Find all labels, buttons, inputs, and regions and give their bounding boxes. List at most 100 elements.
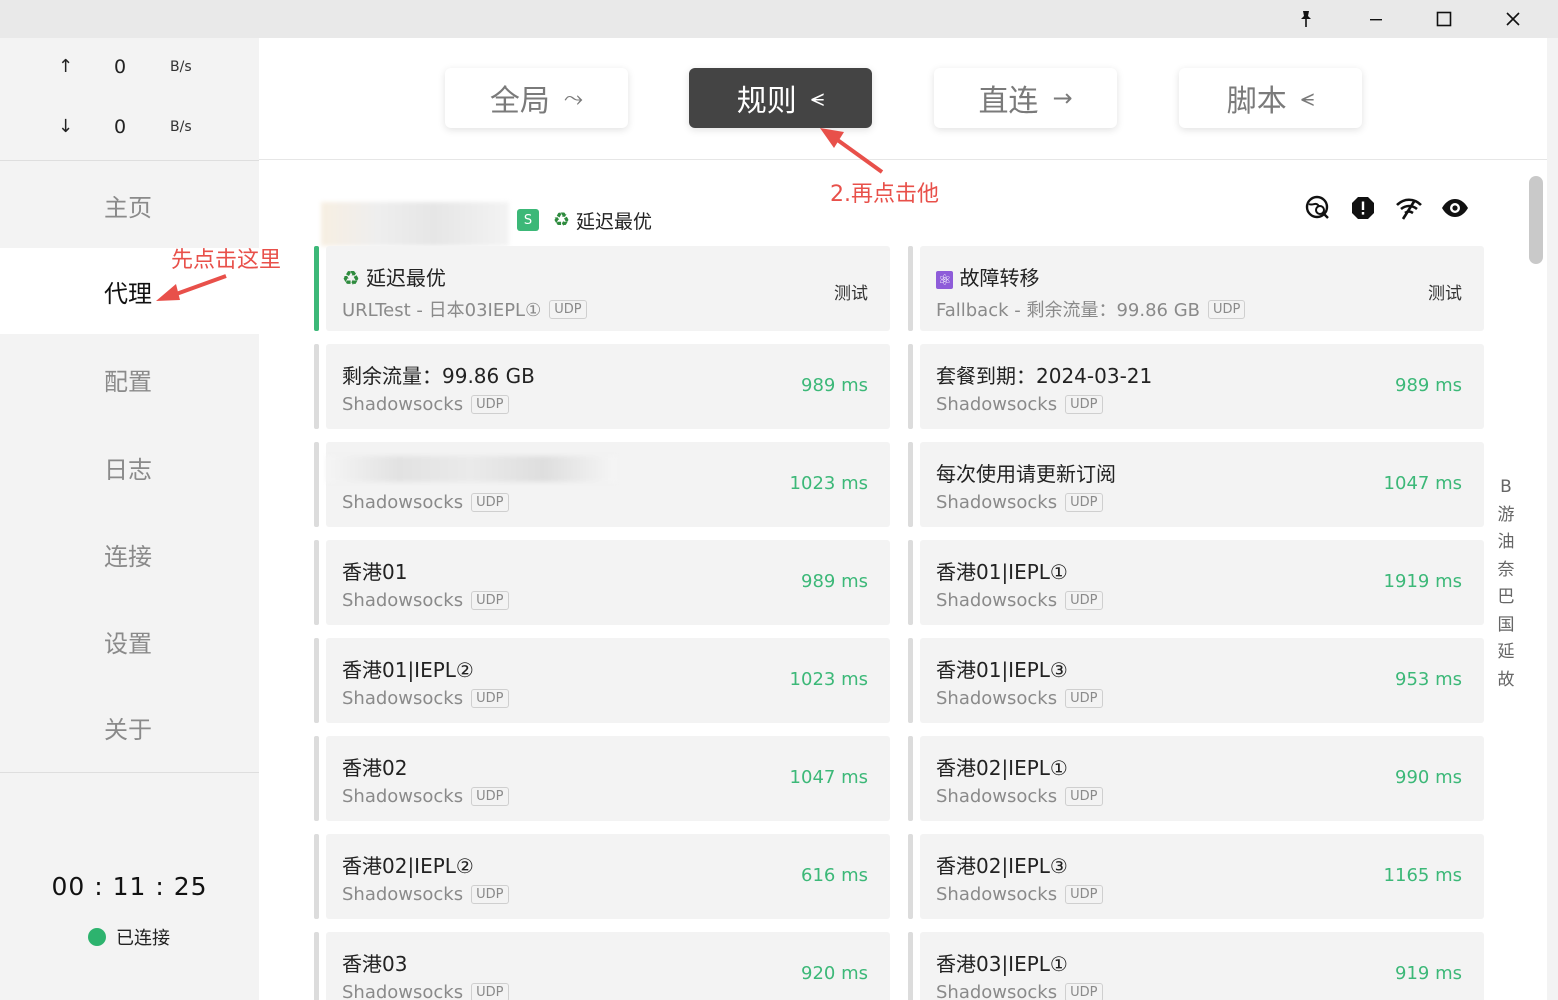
- udp-tag: UDP: [1065, 787, 1103, 806]
- eye-icon[interactable]: [1441, 194, 1469, 222]
- latency-value[interactable]: 989 ms: [1395, 375, 1462, 396]
- latency-value[interactable]: 920 ms: [801, 963, 868, 984]
- proxy-card[interactable]: 香港01|IEPL② Shadowsocks UDP 1023 ms: [314, 638, 890, 723]
- download-arrow-icon: ↓: [58, 116, 74, 137]
- proxy-type: Shadowsocks UDP: [936, 492, 1103, 513]
- proxy-type-text: Shadowsocks: [936, 786, 1058, 807]
- mode-global-button[interactable]: 全局 ⤳: [445, 68, 628, 128]
- test-button[interactable]: 测试: [834, 279, 868, 304]
- proxy-type: Shadowsocks UDP: [936, 394, 1103, 415]
- scrollbar-track[interactable]: [1526, 162, 1546, 1000]
- latency-value[interactable]: 1023 ms: [790, 669, 868, 690]
- sidebar-item-settings[interactable]: 设置: [0, 598, 259, 684]
- udp-tag: UDP: [471, 983, 509, 1000]
- sidebar-item-connections[interactable]: 连接: [0, 511, 259, 597]
- proxy-card[interactable]: ⚛ 故障转移 Fallback - 剩余流量：99.86 GB UDP 测试: [908, 246, 1484, 331]
- card-indicator: [908, 442, 913, 527]
- proxy-type: Shadowsocks UDP: [936, 688, 1103, 709]
- proxy-card[interactable]: 香港02|IEPL③ Shadowsocks UDP 1165 ms: [908, 834, 1484, 919]
- group-index-item[interactable]: 巴: [1495, 584, 1517, 612]
- group-header[interactable]: S ♻ 延迟最优: [321, 194, 652, 246]
- latency-value[interactable]: 616 ms: [801, 865, 868, 886]
- latency-value[interactable]: 990 ms: [1395, 767, 1462, 788]
- sidebar-item-logs[interactable]: 日志: [0, 424, 259, 510]
- pin-icon[interactable]: [1272, 0, 1340, 38]
- proxy-card[interactable]: 剩余流量：99.86 GB Shadowsocks UDP 989 ms: [314, 344, 890, 429]
- card-indicator: [908, 932, 913, 1000]
- card-indicator: [314, 344, 319, 429]
- redacted-block: [321, 202, 509, 246]
- search-globe-icon[interactable]: [1304, 194, 1332, 222]
- window-edge: [1547, 38, 1558, 1000]
- proxy-card[interactable]: 香港01 Shadowsocks UDP 989 ms: [314, 540, 890, 625]
- latency-value[interactable]: 919 ms: [1395, 963, 1462, 984]
- group-index-item[interactable]: 奈: [1495, 557, 1517, 585]
- group-index-item[interactable]: 游: [1495, 502, 1517, 530]
- sidebar-item-profiles[interactable]: 配置: [0, 336, 259, 422]
- branch-icon: ⪪: [810, 84, 825, 112]
- proxy-type-text: Shadowsocks: [936, 688, 1058, 709]
- proxy-card[interactable]: 套餐到期：2024-03-21 Shadowsocks UDP 989 ms: [908, 344, 1484, 429]
- udp-tag: UDP: [1065, 983, 1103, 1000]
- atom-icon: ⚛: [936, 271, 954, 289]
- group-index-item[interactable]: 故: [1495, 667, 1517, 695]
- proxy-name: ⚛ 故障转移: [936, 262, 1039, 291]
- proxy-name: 每次使用请更新订阅: [936, 462, 1116, 486]
- nav-label: 日志: [104, 455, 152, 484]
- sidebar-item-about[interactable]: 关于: [0, 684, 259, 770]
- latency-value[interactable]: 989 ms: [801, 375, 868, 396]
- proxy-card[interactable]: 香港02|IEPL② Shadowsocks UDP 616 ms: [314, 834, 890, 919]
- proxy-name: 套餐到期：2024-03-21: [936, 364, 1153, 388]
- proxy-name: 剩余流量：99.86 GB: [342, 364, 535, 388]
- close-icon[interactable]: [1479, 0, 1547, 38]
- upload-value: 0: [114, 56, 127, 78]
- latency-value[interactable]: 1165 ms: [1384, 865, 1462, 886]
- card-indicator: [314, 246, 319, 331]
- maximize-icon[interactable]: [1410, 0, 1478, 38]
- latency-value[interactable]: 1047 ms: [790, 767, 868, 788]
- proxy-name: 香港02|IEPL②: [342, 854, 474, 878]
- proxy-card[interactable]: 香港03 Shadowsocks UDP 920 ms: [314, 932, 890, 1000]
- proxy-card[interactable]: 香港01|IEPL③ Shadowsocks UDP 953 ms: [908, 638, 1484, 723]
- card-indicator: [908, 540, 913, 625]
- card-indicator: [314, 442, 319, 527]
- alert-icon[interactable]: [1349, 194, 1377, 222]
- proxy-card[interactable]: 香港03|IEPL① Shadowsocks UDP 919 ms: [908, 932, 1484, 1000]
- group-index-item[interactable]: 油: [1495, 529, 1517, 557]
- wifi-icon[interactable]: [1395, 194, 1423, 222]
- udp-tag: UDP: [1065, 885, 1103, 904]
- proxy-type: Shadowsocks UDP: [936, 884, 1103, 905]
- upload-speed: ↑ 0 B/s: [0, 56, 259, 86]
- scrollbar-thumb[interactable]: [1529, 176, 1543, 264]
- proxy-card[interactable]: 每次使用请更新订阅 Shadowsocks UDP 1047 ms: [908, 442, 1484, 527]
- group-index-item[interactable]: B: [1495, 474, 1517, 502]
- shuffle-arrow-icon: ⤳: [563, 84, 584, 112]
- test-button[interactable]: 测试: [1428, 279, 1462, 304]
- minimize-icon[interactable]: [1342, 0, 1410, 38]
- proxy-card[interactable]: Shadowsocks UDP 1023 ms: [314, 442, 890, 527]
- proxy-card[interactable]: 香港02|IEPL① Shadowsocks UDP 990 ms: [908, 736, 1484, 821]
- proxy-type-text: Shadowsocks: [936, 590, 1058, 611]
- connection-status: 已连接: [88, 924, 170, 950]
- proxy-card[interactable]: ♻ 延迟最优 URLTest - 日本03IEPL① UDP 测试: [314, 246, 890, 331]
- latency-value[interactable]: 1023 ms: [790, 473, 868, 494]
- mode-rule-button[interactable]: 规则 ⪪: [689, 68, 872, 128]
- latency-value[interactable]: 953 ms: [1395, 669, 1462, 690]
- proxy-card[interactable]: 香港01|IEPL① Shadowsocks UDP 1919 ms: [908, 540, 1484, 625]
- sidebar-item-home[interactable]: 主页: [0, 162, 259, 248]
- latency-value[interactable]: 989 ms: [801, 571, 868, 592]
- mode-direct-button[interactable]: 直连 →: [934, 68, 1117, 128]
- annotation-second: 2.再点击他: [830, 182, 939, 207]
- group-index-item[interactable]: 国: [1495, 612, 1517, 640]
- group-index-item[interactable]: 延: [1495, 639, 1517, 667]
- download-unit: B/s: [170, 119, 192, 135]
- proxy-type: Shadowsocks UDP: [936, 982, 1103, 1000]
- card-indicator: [908, 736, 913, 821]
- mode-script-button[interactable]: 脚本 ⪪: [1179, 68, 1362, 128]
- proxy-type-text: Shadowsocks: [342, 688, 464, 709]
- nav-label: 设置: [104, 629, 152, 658]
- proxy-card[interactable]: 香港02 Shadowsocks UDP 1047 ms: [314, 736, 890, 821]
- udp-tag: UDP: [1065, 591, 1103, 610]
- latency-value[interactable]: 1047 ms: [1384, 473, 1462, 494]
- latency-value[interactable]: 1919 ms: [1384, 571, 1462, 592]
